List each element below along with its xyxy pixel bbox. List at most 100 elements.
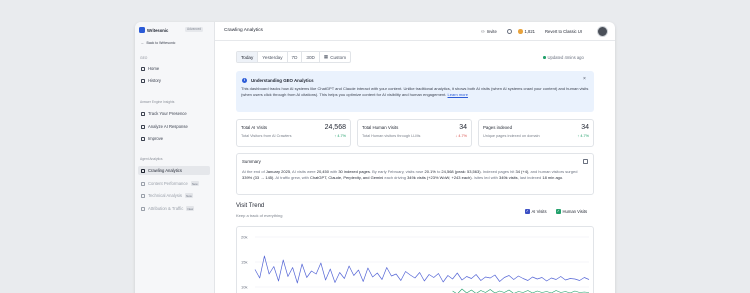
sidebar-item-label: Technical Analysis xyxy=(148,193,182,198)
stat-value: 34 xyxy=(581,124,589,131)
sidebar-item-label: History xyxy=(148,78,162,83)
sidebar-item-crawling-analytics[interactable]: Crawling Analytics xyxy=(138,166,210,175)
technical-icon xyxy=(141,193,145,198)
help-icon[interactable] xyxy=(507,28,512,34)
last-updated: Updated 4mins ago xyxy=(543,55,584,60)
stat-label: Total Human Visits xyxy=(362,125,399,130)
stat-sublabel: Total Human visitors through LLMs xyxy=(362,134,421,138)
sidebar-item-analyze-ai-response[interactable]: Analyze AI Response xyxy=(138,122,210,131)
sidebar-item-label: Crawling Analytics xyxy=(148,168,182,173)
section-answer-engine-title: Answer Engine Insights xyxy=(140,100,175,104)
legend-label: Human Visits xyxy=(562,209,588,214)
stat-delta: ↓ 4.7% xyxy=(455,134,467,138)
sidebar-item-label: Track Your Presence xyxy=(148,111,187,116)
stat-delta-value: 4.7% xyxy=(458,134,467,138)
checkbox-checked-icon[interactable]: ✓ xyxy=(556,209,561,214)
stat-sublabel: Unique pages indexed on domain xyxy=(483,134,540,138)
sidebar-item-history[interactable]: History xyxy=(138,76,210,85)
back-label: Back to Writesonic xyxy=(146,41,176,45)
visit-trend-chart-svg: 20k 15k 10k xyxy=(241,234,590,293)
sidebar-item-content-performance[interactable]: Content Performance New xyxy=(138,179,210,188)
new-badge: New xyxy=(190,181,199,186)
crawling-icon xyxy=(141,168,145,173)
writesonic-logo-icon xyxy=(139,27,145,33)
stat-card-human-visits: Total Human Visits Total Human visitors … xyxy=(357,119,472,147)
stat-delta: ↑ 4.7% xyxy=(577,134,589,138)
brand[interactable]: Writesonic xyxy=(139,27,168,33)
legend-ai-visits[interactable]: ✓ AI Visits xyxy=(525,209,547,214)
sidebar-item-home[interactable]: Home xyxy=(138,64,210,73)
section-geo-title: GEO xyxy=(140,56,148,60)
avatar[interactable] xyxy=(597,26,608,37)
close-icon[interactable]: × xyxy=(583,76,586,82)
info-title: Understanding GEO Analytics xyxy=(251,78,314,83)
info-banner: i Understanding GEO Analytics × This das… xyxy=(236,71,594,112)
learn-more-link[interactable]: Learn more xyxy=(448,92,468,97)
summary-title: Summary xyxy=(242,159,261,164)
info-text: This dashboard tracks how AI systems lik… xyxy=(241,86,589,97)
visit-trend-subtitle: Keep a track of everything xyxy=(236,213,283,218)
status-dot-icon xyxy=(543,56,546,59)
analyze-icon xyxy=(141,124,145,129)
back-link[interactable]: ← Back to Writesonic xyxy=(141,41,175,45)
user-icon: ⚇ xyxy=(481,29,485,34)
sidebar-item-label: Home xyxy=(148,66,160,71)
updated-text: Updated 4mins ago xyxy=(547,55,584,60)
credits-display[interactable]: 1,821 xyxy=(518,29,535,34)
checkbox-checked-icon[interactable]: ✓ xyxy=(525,209,530,214)
sidebar-item-track-presence[interactable]: Track Your Presence xyxy=(138,109,210,118)
sidebar-item-technical-analysis[interactable]: Technical Analysis New xyxy=(138,191,210,200)
sidebar-item-label: Analyze AI Response xyxy=(148,124,188,129)
arrow-left-icon: ← xyxy=(141,41,145,45)
y-tick-label: 15k xyxy=(241,259,247,264)
stat-value: 34 xyxy=(459,124,467,131)
sidebar-item-attribution-traffic[interactable]: Attribution & Traffic New xyxy=(138,204,210,213)
tab-custom[interactable]: ▦ Custom xyxy=(320,52,350,62)
section-agent-analytics-title: Agent Analytics xyxy=(140,157,163,161)
tab-30d[interactable]: 30D xyxy=(302,52,320,62)
brand-name: Writesonic xyxy=(147,27,169,33)
stat-delta-value: 4.7% xyxy=(337,134,346,138)
stat-label: Pages indexed xyxy=(483,125,513,130)
stat-delta: ↑ 4.7% xyxy=(334,134,346,138)
improve-icon xyxy=(141,136,145,141)
sidebar-item-label: Improve xyxy=(148,136,164,141)
sidebar-item-label: Attribution & Traffic xyxy=(148,206,184,211)
summary-card: Summary At the end of January 2025, AI v… xyxy=(236,153,594,195)
info-icon: i xyxy=(242,78,247,83)
tab-custom-label: Custom xyxy=(330,54,347,60)
home-icon xyxy=(141,66,145,71)
invite-button[interactable]: ⚇ Invite xyxy=(481,29,497,34)
calendar-icon: ▦ xyxy=(323,54,329,59)
topbar: Crawling Analytics ⚇ Invite 1,821 Revert… xyxy=(215,22,615,41)
legend-human-visits[interactable]: ✓ Human Visits xyxy=(556,209,587,214)
credits-value: 1,821 xyxy=(524,29,535,34)
attribution-icon xyxy=(141,206,145,211)
new-badge: New xyxy=(184,193,193,198)
tab-today[interactable]: Today xyxy=(237,52,259,62)
info-body: This dashboard tracks how AI systems lik… xyxy=(241,86,589,97)
revert-classic-button[interactable]: Revert to Classic UI xyxy=(545,29,582,34)
summary-text: At the end of January 2025, AI visits we… xyxy=(242,169,578,180)
main-content: Crawling Analytics ⚇ Invite 1,821 Revert… xyxy=(215,22,615,293)
invite-label: Invite xyxy=(486,29,497,34)
sidebar-item-improve[interactable]: Improve xyxy=(138,134,210,143)
copy-icon[interactable] xyxy=(583,159,588,164)
app-window: Writesonic Advanced ← Back to Writesonic… xyxy=(135,22,615,293)
sidebar: Writesonic Advanced ← Back to Writesonic… xyxy=(135,22,215,293)
track-icon xyxy=(141,111,145,116)
stat-label: Total AI Visits xyxy=(241,125,268,130)
sidebar-item-label: Content Performance xyxy=(148,181,188,186)
y-tick-label: 20k xyxy=(241,234,247,239)
human-visits-series-line xyxy=(452,288,590,293)
stat-sublabel: Total Visitors from AI Crawlers xyxy=(241,134,292,138)
history-icon xyxy=(141,78,145,83)
stat-value: 24,568 xyxy=(324,124,346,131)
plan-badge: Advanced xyxy=(185,26,204,32)
content-icon xyxy=(141,181,145,186)
stat-card-pages-indexed: Pages indexed Unique pages indexed on do… xyxy=(478,119,594,147)
tab-7d[interactable]: 7D xyxy=(288,52,303,62)
date-range-tabs: Today Yesterday 7D 30D ▦ Custom xyxy=(236,51,352,63)
new-badge: New xyxy=(186,206,195,211)
tab-yesterday[interactable]: Yesterday xyxy=(258,52,288,62)
